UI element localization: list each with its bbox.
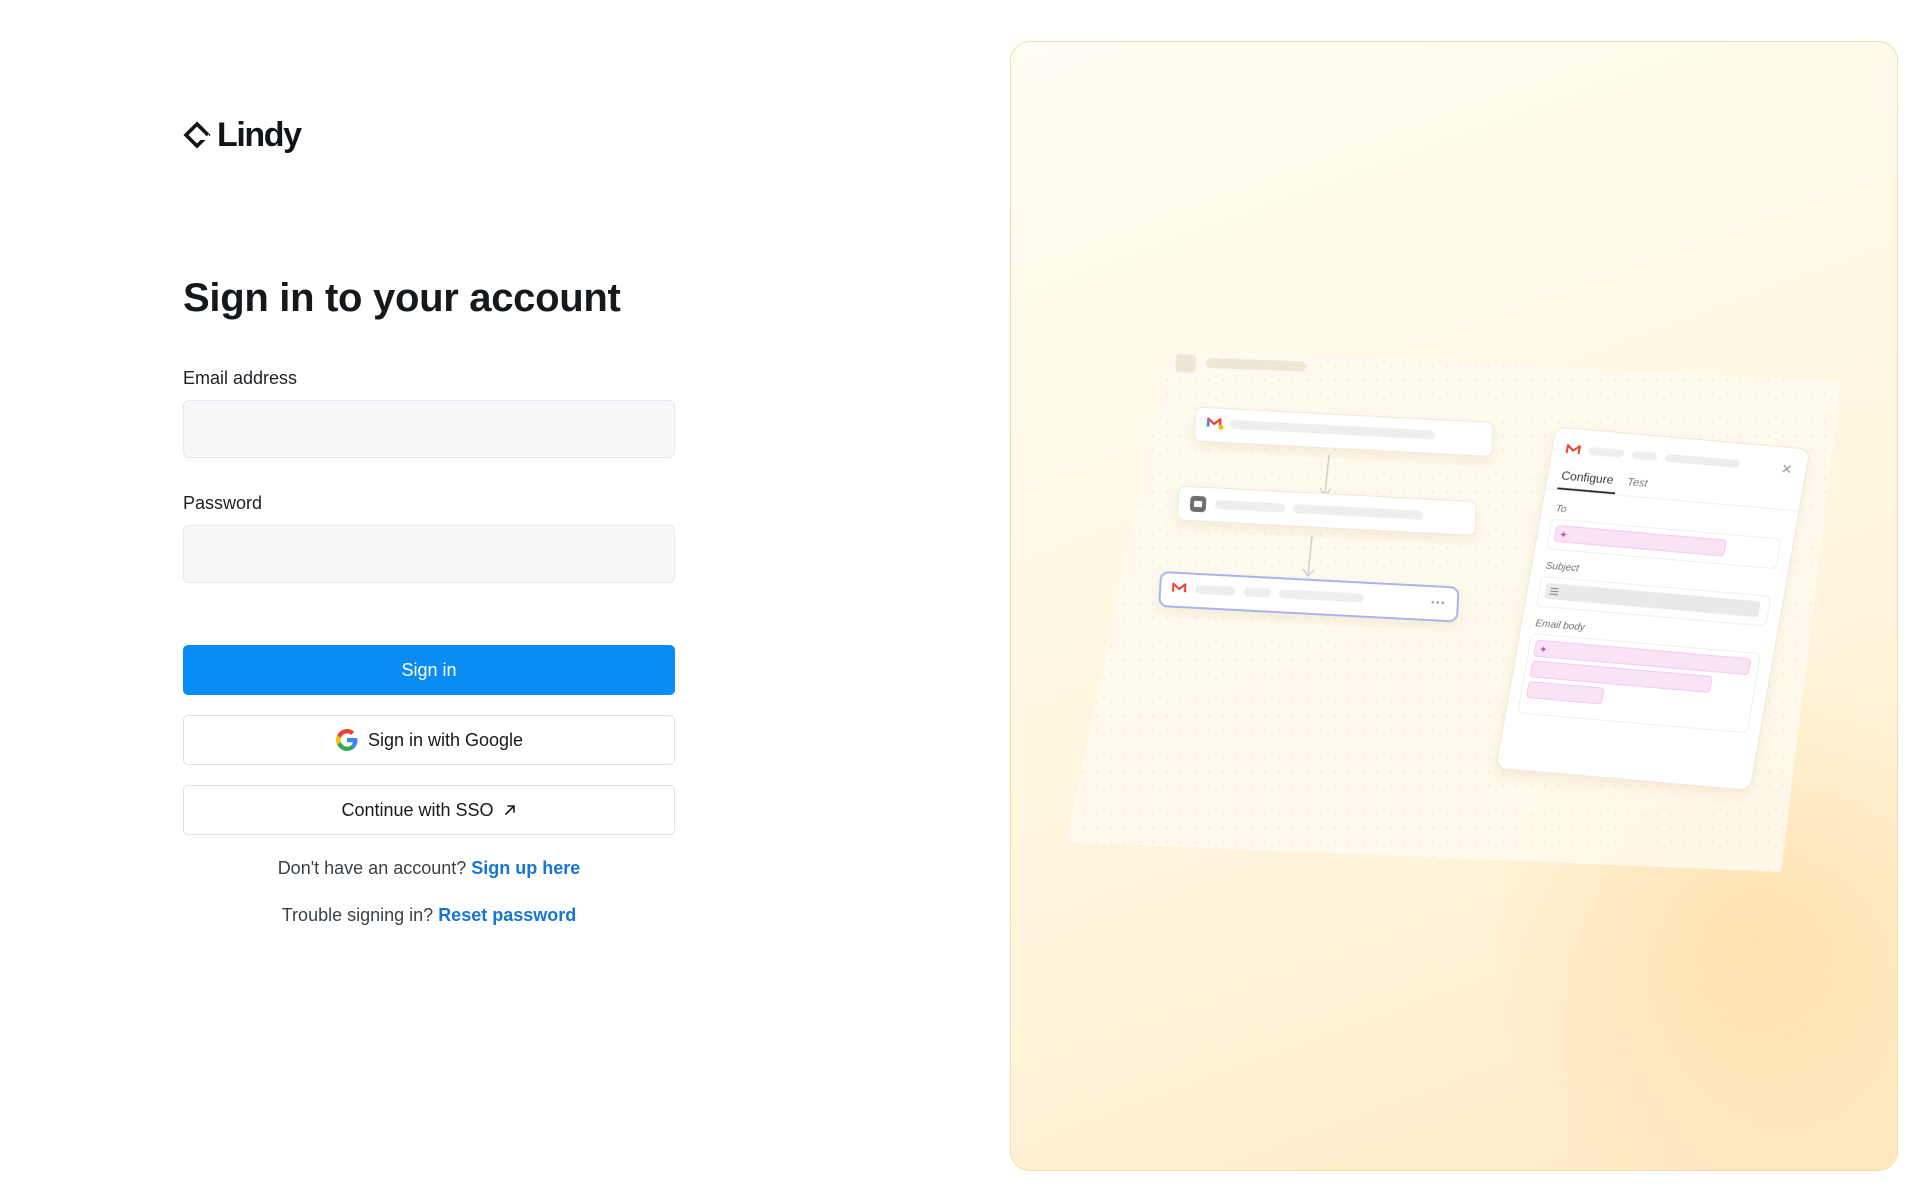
email-field[interactable] [183, 400, 675, 458]
trouble-prompt: Trouble signing in? [281, 905, 434, 925]
brand-logo[interactable]: Lindy [183, 116, 302, 154]
workflow-illustration: Configure Test To ✦ Subject Email body ✦ [1066, 347, 1841, 872]
brand-name: Lindy [217, 116, 302, 154]
password-field[interactable] [183, 525, 675, 583]
sign-in-button-label: Sign in [401, 659, 457, 680]
email-label: Email address [183, 368, 298, 388]
lindy-logo-icon [183, 121, 211, 149]
signup-prompt: Don't have an account? [277, 858, 467, 878]
google-icon [335, 729, 358, 751]
sso-button-label: Continue with SSO [341, 799, 494, 820]
google-button-label: Sign in with Google [367, 729, 524, 750]
signup-prompt-line: Don't have an account? Sign up here [183, 858, 675, 879]
signin-column: Lindy Sign in to your account Email addr… [183, 0, 675, 1200]
sso-button[interactable]: Continue with SSO [183, 785, 675, 835]
signup-link[interactable]: Sign up here [471, 858, 580, 878]
external-arrow-icon [504, 805, 515, 815]
password-label: Password [183, 493, 263, 513]
reset-password-link[interactable]: Reset password [438, 905, 576, 925]
sign-in-button[interactable]: Sign in [183, 645, 675, 695]
google-sign-in-button[interactable]: Sign in with Google [183, 715, 675, 765]
reset-prompt-line: Trouble signing in? Reset password [183, 905, 675, 926]
page-title: Sign in to your account [183, 276, 621, 320]
hero-panel: Configure Test To ✦ Subject Email body ✦ [1010, 41, 1898, 1171]
tab-test: Test [1626, 476, 1649, 490]
